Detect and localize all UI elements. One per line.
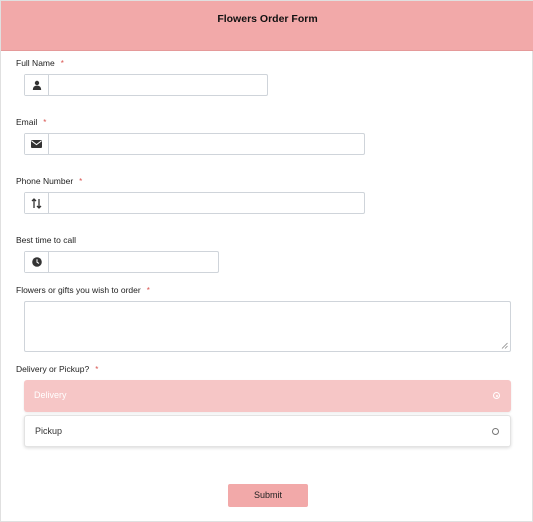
flowers-textarea[interactable] [24, 301, 511, 352]
required-asterisk: * [146, 286, 150, 295]
best-time-input[interactable] [50, 252, 218, 272]
radio-unselected-icon[interactable] [492, 428, 499, 435]
flowers-label: Flowers or gifts you wish to order * [16, 285, 150, 295]
phone-field [24, 192, 365, 214]
flowers-label-text: Flowers or gifts you wish to order [16, 285, 141, 295]
required-asterisk: * [95, 365, 99, 374]
full-name-label: Full Name * [16, 58, 64, 68]
email-input[interactable] [50, 134, 364, 154]
email-label-text: Email [16, 117, 38, 127]
full-name-input[interactable] [50, 75, 267, 95]
form-header: Flowers Order Form [1, 1, 533, 51]
best-time-label-text: Best time to call [16, 235, 76, 245]
required-asterisk: * [79, 177, 83, 186]
required-asterisk: * [43, 118, 47, 127]
phone-input[interactable] [50, 193, 364, 213]
email-label: Email * [16, 117, 46, 127]
best-time-field [24, 251, 219, 273]
envelope-icon [25, 134, 49, 154]
phone-label: Phone Number * [16, 176, 82, 186]
submit-button[interactable]: Submit [228, 484, 308, 507]
pickup-option-label: Pickup [35, 426, 63, 436]
phone-label-text: Phone Number [16, 176, 74, 186]
form-container: Flowers Order Form Full Name * Email * Pho… [0, 0, 533, 522]
best-time-label: Best time to call [16, 235, 76, 245]
clock-icon [25, 252, 49, 272]
radio-selected-icon[interactable] [493, 392, 500, 399]
form-title: Flowers Order Form [217, 13, 318, 25]
resize-grip-icon[interactable] [501, 342, 508, 349]
full-name-label-text: Full Name [16, 58, 55, 68]
sort-arrows-icon [25, 193, 49, 213]
pickup-option[interactable]: Pickup [24, 415, 511, 447]
delivery-option-label: Delivery [34, 390, 67, 400]
user-icon [25, 75, 49, 95]
full-name-field [24, 74, 268, 96]
delivery-label-text: Delivery or Pickup? [16, 364, 90, 374]
email-field [24, 133, 365, 155]
delivery-option[interactable]: Delivery [24, 380, 511, 412]
required-asterisk: * [60, 59, 64, 68]
delivery-label: Delivery or Pickup? * [16, 364, 98, 374]
